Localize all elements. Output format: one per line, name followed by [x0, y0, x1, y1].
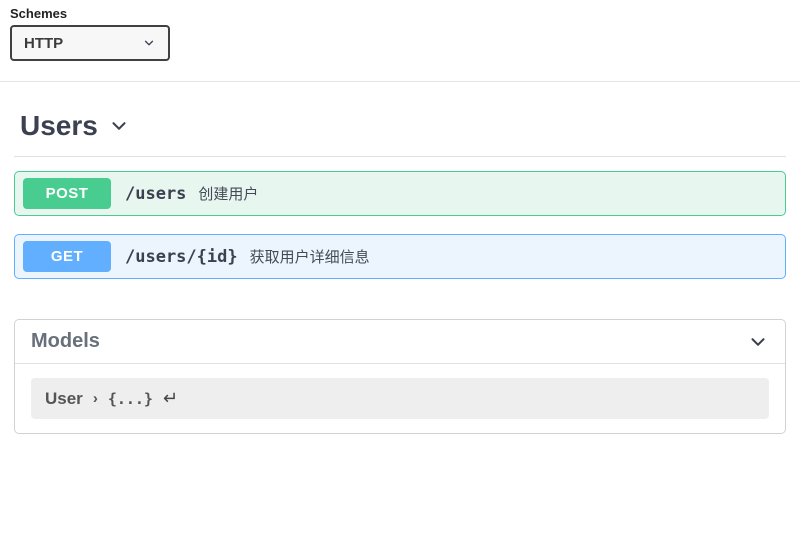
schemes-selected-value: HTTP [24, 35, 63, 52]
operation-summary: 获取用户详细信息 [250, 246, 370, 267]
model-collapsed-braces: {...} [108, 390, 153, 408]
operation-path: /users [125, 184, 186, 204]
models-title: Models [31, 330, 100, 353]
operation-post-users[interactable]: POST /users 创建用户 [14, 171, 786, 216]
schemes-section: Schemes HTTP [0, 0, 800, 81]
operation-list: POST /users 创建用户 GET /users/{id} 获取用户详细信… [14, 157, 786, 279]
main-content: Users POST /users 创建用户 GET /users/{id} 获… [0, 82, 800, 444]
operation-path: /users/{id} [125, 247, 238, 267]
tag-users-header[interactable]: Users [14, 102, 786, 157]
operation-get-users-id[interactable]: GET /users/{id} 获取用户详细信息 [14, 234, 786, 279]
method-badge: POST [23, 178, 111, 209]
method-badge: GET [23, 241, 111, 272]
models-header[interactable]: Models [15, 320, 785, 364]
chevron-down-icon [108, 115, 130, 137]
models-section: Models User › {...} ↵ [14, 319, 786, 434]
chevron-down-icon [142, 36, 156, 50]
tag-name: Users [20, 110, 98, 142]
enter-icon: ↵ [163, 388, 178, 409]
chevron-right-icon: › [93, 390, 98, 407]
schemes-label: Schemes [10, 6, 790, 21]
operation-summary: 创建用户 [198, 183, 258, 204]
schemes-select[interactable]: HTTP [10, 25, 170, 61]
model-name: User [45, 389, 83, 409]
model-user[interactable]: User › {...} ↵ [31, 378, 769, 419]
chevron-down-icon [747, 331, 769, 353]
